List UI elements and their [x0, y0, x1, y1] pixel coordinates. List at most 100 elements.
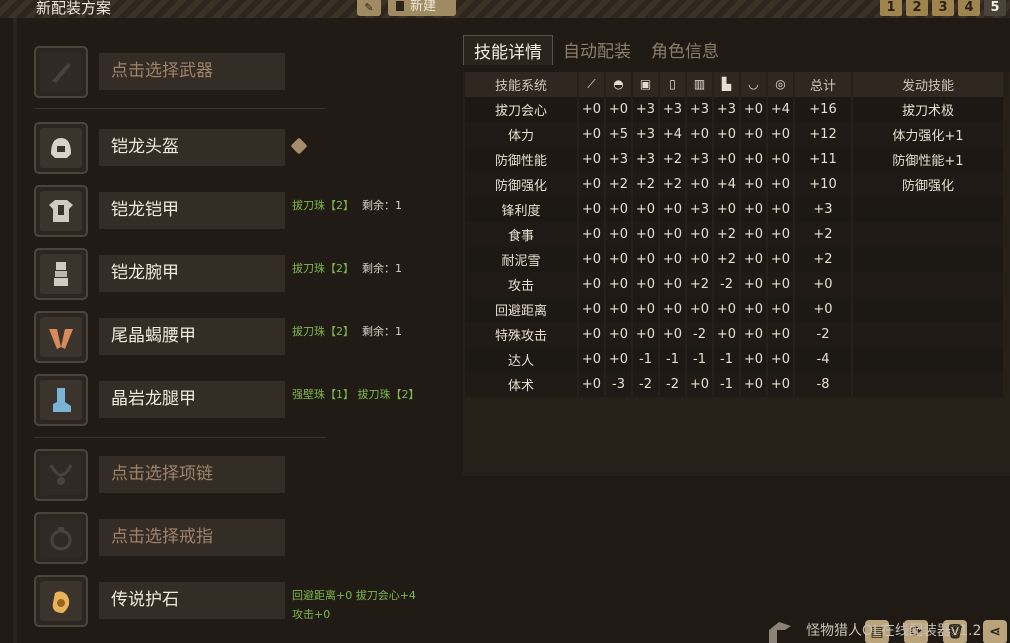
chest-slot[interactable] — [34, 185, 88, 237]
skills-table: 技能系统 ⟋ ◓ ▣ ▯ ▥ ▙ ◡ ◎ 总计 发动技能 拔刀会心 +0 +0 +3 +… — [465, 72, 1005, 397]
chest-remaining: 剩余：1 — [362, 199, 402, 212]
weapon-select[interactable]: 点击选择武器 — [99, 53, 285, 90]
skill-value-cell: +0 — [767, 197, 795, 222]
waist-remaining: 剩余：1 — [362, 325, 402, 338]
skill-total-cell: +0 — [794, 272, 853, 297]
legs-row[interactable]: 晶岩龙腿甲 强壁珠【1】 拔刀珠【2】 — [34, 374, 454, 426]
ring-select[interactable]: 点击选择戒指 — [99, 519, 285, 556]
skill-total-cell: +2 — [794, 222, 853, 247]
arms-icon: ▯ — [669, 77, 676, 91]
skill-value-cell: +0 — [632, 247, 660, 272]
tab-skill-details[interactable]: 技能详情 — [463, 35, 553, 65]
active-skill-cell: 防御强化 — [852, 172, 1005, 197]
share-icon: ⋖ — [989, 624, 1001, 640]
plan-slot-5[interactable]: 5 — [984, 0, 1006, 16]
tab-auto-build[interactable]: 自动配装 — [553, 35, 641, 65]
skill-value-cell: +0 — [740, 222, 768, 247]
weapon-slot[interactable] — [34, 46, 88, 98]
skill-value-cell: +0 — [578, 347, 606, 372]
skill-value-cell: +0 — [740, 272, 768, 297]
necklace-row[interactable]: 点击选择项链 — [34, 449, 454, 501]
edit-plan-button[interactable]: ✎ — [357, 0, 381, 16]
skill-value-cell: +0 — [578, 197, 606, 222]
helm-row[interactable]: 铠龙头盔 — [34, 122, 454, 174]
skill-value-cell: +2 — [713, 247, 741, 272]
skill-name-cell: 食事 — [465, 222, 579, 247]
chest-jewel-list: 拔刀珠【2】 — [292, 199, 354, 212]
skill-value-cell: +0 — [767, 322, 795, 347]
skill-value-cell: +4 — [767, 97, 795, 122]
plan-slot-4[interactable]: 4 — [958, 0, 980, 16]
charm-row[interactable]: 传说护石 回避距离+0 拔刀会心+4 攻击+0 — [34, 575, 454, 627]
legs-slot[interactable] — [34, 374, 88, 426]
skill-value-cell: +0 — [605, 272, 633, 297]
waist-row[interactable]: 尾晶蝎腰甲 拔刀珠【2】 剩余：1 — [34, 311, 454, 363]
plan-slot-2[interactable]: 2 — [906, 0, 928, 16]
necklace-select[interactable]: 点击选择项链 — [99, 456, 285, 493]
new-plan-button[interactable]: 新建 — [388, 0, 456, 16]
active-skill-cell — [852, 347, 1005, 372]
skill-name-cell: 锋利度 — [465, 197, 579, 222]
panel-tabs: 技能详情 自动配装 角色信息 — [463, 35, 729, 65]
skill-name-cell: 耐泥雪 — [465, 247, 579, 272]
waist-icon — [49, 329, 73, 349]
chest-jewels: 拔刀珠【2】 剩余：1 — [292, 197, 402, 213]
skill-value-cell: +0 — [740, 197, 768, 222]
skill-total-cell: -8 — [794, 372, 853, 397]
skill-value-cell: +0 — [767, 147, 795, 172]
chest-icon: ▣ — [639, 77, 652, 91]
legs-jewels: 强壁珠【1】 拔刀珠【2】 — [292, 388, 420, 401]
arms-row[interactable]: 铠龙腕甲 拔刀珠【2】 剩余：1 — [34, 248, 454, 300]
plan-slot-1[interactable]: 1 — [880, 0, 902, 16]
skill-value-cell: +0 — [740, 147, 768, 172]
tab-character-info[interactable]: 角色信息 — [641, 35, 729, 65]
skill-value-cell: +0 — [605, 222, 633, 247]
skill-value-cell: +0 — [767, 347, 795, 372]
chest-row[interactable]: 铠龙铠甲 拔刀珠【2】 剩余：1 — [34, 185, 454, 237]
ring-row[interactable]: 点击选择戒指 — [34, 512, 454, 564]
skill-value-cell: +3 — [713, 97, 741, 122]
skill-total-cell: +2 — [794, 247, 853, 272]
active-skill-cell — [852, 297, 1005, 322]
skill-total-cell: +0 — [794, 297, 853, 322]
skill-value-cell: -1 — [659, 347, 687, 372]
waist-icon: ▥ — [693, 77, 706, 91]
skill-value-cell: +4 — [659, 122, 687, 147]
skill-value-cell: +0 — [632, 197, 660, 222]
skill-value-cell: +5 — [605, 122, 633, 147]
table-row: 回避距离 +0 +0 +0 +0 +0 +0 +0 +0 +0 — [465, 297, 1005, 322]
skill-value-cell: -1 — [686, 347, 714, 372]
arms-slot[interactable] — [34, 248, 88, 300]
header-waist: ▥ — [686, 72, 714, 97]
arms-icon — [54, 262, 68, 286]
charm-skills-2: 攻击+0 — [292, 608, 331, 621]
skill-name-cell: 体术 — [465, 372, 579, 397]
app-logo-icon — [769, 622, 791, 643]
skill-value-cell: -2 — [659, 372, 687, 397]
weapon-row[interactable]: 点击选择武器 — [34, 46, 454, 98]
plan-slot-3[interactable]: 3 — [932, 0, 954, 16]
skill-value-cell: +0 — [578, 322, 606, 347]
charm-slot[interactable] — [34, 575, 88, 627]
helm-slot[interactable] — [34, 122, 88, 174]
arms-name: 铠龙腕甲 — [99, 255, 285, 292]
skill-value-cell: +0 — [632, 272, 660, 297]
skill-value-cell: -2 — [713, 272, 741, 297]
skill-value-cell: +0 — [767, 222, 795, 247]
active-skill-cell: 防御性能+1 — [852, 147, 1005, 172]
skill-total-cell: +12 — [794, 122, 853, 147]
waist-jewels: 拔刀珠【2】 剩余：1 — [292, 323, 402, 339]
skill-name-cell: 攻击 — [465, 272, 579, 297]
waist-slot[interactable] — [34, 311, 88, 363]
ring-slot[interactable] — [34, 512, 88, 564]
helm-icon — [51, 138, 71, 158]
active-skill-cell — [852, 247, 1005, 272]
skill-value-cell: +0 — [740, 347, 768, 372]
skill-value-cell: +0 — [767, 372, 795, 397]
skill-name-cell: 防御强化 — [465, 172, 579, 197]
skill-value-cell: +0 — [578, 147, 606, 172]
share-button[interactable]: ⋖ — [983, 620, 1007, 643]
necklace-slot[interactable] — [34, 449, 88, 501]
waist-jewel-list: 拔刀珠【2】 — [292, 325, 354, 338]
weapon-icon: ⟋ — [587, 77, 596, 91]
